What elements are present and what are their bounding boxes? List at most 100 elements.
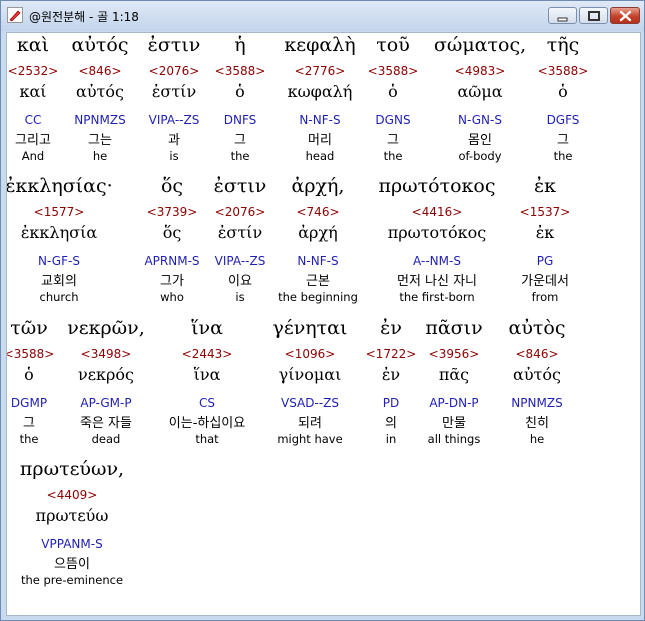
greek-word[interactable]: καὶ [17,34,49,56]
greek-word[interactable]: κεφαλὴ [284,34,355,56]
window-title: @원전분해 - 골 1:18 [29,10,139,24]
english-gloss: is [235,290,245,304]
strong-number: <3498> [80,347,132,361]
english-gloss: And [21,149,45,163]
morph-code: VSAD--ZS [281,396,339,410]
lemma: πρωτοτόκος [387,223,487,242]
title-bar[interactable]: @원전분해 - 골 1:18 [1,1,644,31]
greek-word[interactable]: ὅς [161,175,183,197]
english-gloss: dead [91,432,121,446]
strong-number: <3588> [537,64,589,78]
greek-word[interactable]: ἀρχή, [292,175,345,197]
strong-number: <1577> [33,205,85,219]
strong-number: <3588> [6,347,55,361]
lemma: αῶμα [457,82,503,101]
morph-code: N-NF-S [297,254,339,268]
lemma: γίνομαι [278,365,342,384]
greek-word[interactable]: ἵνα [191,317,223,339]
strong-number: <2076> [214,205,266,219]
greek-word[interactable]: τῆς [547,34,580,56]
greek-word[interactable]: αὐτὸς [509,317,566,339]
greek-word[interactable]: νεκρῶν, [67,317,145,339]
morph-code: PG [536,254,554,268]
greek-word[interactable]: πρωτότοκος [378,175,495,197]
greek-word[interactable]: ἐν [380,317,402,339]
strong-number: <4983> [454,64,506,78]
korean-gloss: 그리고 [15,133,51,148]
strong-number: <846> [515,347,559,361]
morph-code: APRNM-S [144,254,200,268]
lemma: ἐκ [535,223,555,242]
greek-word[interactable]: ἐκ [534,175,556,197]
english-gloss: the [383,149,403,163]
lemma: ὁ [235,82,245,101]
lemma: αὐτός [76,82,124,101]
english-gloss: the beginning [278,290,358,304]
close-button[interactable] [610,7,640,24]
korean-gloss: 먼저 나신 자니 [396,274,478,289]
morph-code: CC [24,113,42,127]
english-gloss: all things [427,432,481,446]
korean-gloss: 그는 [88,133,112,148]
strong-number: <3588> [367,64,419,78]
morph-code: N-GN-S [458,113,502,127]
greek-word[interactable]: πρωτεύων, [20,458,124,480]
morph-code: VIPA--ZS [214,254,266,268]
korean-gloss: 과 [168,133,180,148]
english-gloss: he [92,149,108,163]
maximize-icon [588,11,600,21]
lemma: ὁ [388,82,398,101]
strong-number: <3956> [428,347,480,361]
morph-code: PD [382,396,400,410]
morph-code: DGNS [375,113,411,127]
strong-number: <3739> [146,205,198,219]
lemma: ὁ [558,82,568,101]
greek-word[interactable]: τοῦ [376,34,410,56]
lemma: νεκρός [77,365,135,384]
korean-gloss: 죽은 자들 [80,416,132,431]
greek-word[interactable]: ἐστιν [214,175,267,197]
greek-word[interactable]: πᾶσιν [425,317,482,339]
greek-word[interactable]: ἐστιν [148,34,201,56]
korean-gloss: 머리 [308,133,332,148]
app-pen-icon [7,7,23,23]
strong-number: <3588> [214,64,266,78]
greek-word[interactable]: σώματος, [434,34,526,56]
lemma: αὐτός [513,365,561,384]
morph-code: N-NF-S [299,113,341,127]
lemma: ὅς [162,223,182,242]
english-gloss: from [531,290,559,304]
strong-number: <1096> [284,347,336,361]
strong-number: <1537> [519,205,571,219]
english-gloss: church [39,290,79,304]
morph-code: NPNMZS [511,396,563,410]
greek-word[interactable]: τῶν [10,317,48,339]
english-gloss: the [19,432,39,446]
english-gloss: the [553,149,573,163]
greek-word[interactable]: γένηται [273,317,348,339]
greek-word[interactable]: ἡ [234,34,245,56]
lemma: ἐκκλησία [20,223,98,242]
strong-number: <2532> [7,64,59,78]
english-gloss: that [195,432,219,446]
lemma: πρωτεύω [35,506,109,525]
maximize-button[interactable] [579,7,608,24]
lemma: ὁ [24,365,34,384]
lemma: καί [19,82,47,101]
greek-word[interactable]: αὐτός [72,34,129,56]
strong-number: <846> [78,64,122,78]
korean-gloss: 그 [234,133,246,148]
lemma: ἐν [381,365,401,384]
greek-word[interactable]: ἐκκλησίας· [7,175,113,197]
korean-gloss: 가운데서 [521,274,569,289]
morph-code: DGFS [546,113,580,127]
strong-number: <4409> [46,488,98,502]
strong-number: <2776> [294,64,346,78]
korean-gloss: 친히 [525,416,549,431]
english-gloss: of-body [458,149,502,163]
minimize-button[interactable] [548,7,577,24]
morph-code: AP-DN-P [429,396,479,410]
korean-gloss: 으뜸이 [54,557,90,572]
korean-gloss: 교회의 [41,274,77,289]
morph-code: DGMP [10,396,48,410]
